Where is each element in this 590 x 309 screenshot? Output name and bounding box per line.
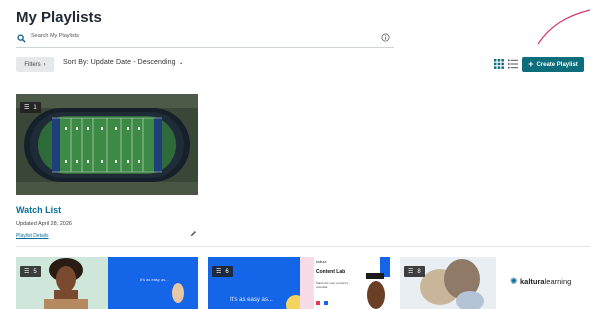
filters-button[interactable]: Filters ›	[16, 57, 54, 72]
playlist-thumbnail[interactable]: It's as easy as... ☰ 5	[16, 257, 198, 309]
brand-text: kaltura	[520, 277, 545, 286]
slide-caption: It's as easy as...	[140, 277, 169, 282]
stadium-thumbnail-image	[16, 94, 198, 195]
playlist-count: 8	[417, 268, 421, 275]
search-icon	[17, 34, 26, 43]
list-view-icon[interactable]	[508, 59, 518, 69]
decorative-arc	[537, 9, 590, 45]
playlist-thumbnail[interactable]: It's as easy as... kaltura Content Lab M…	[208, 257, 390, 309]
playlist-count: 5	[33, 268, 37, 275]
playlist-list-icon: ☰	[24, 269, 30, 275]
chevron-down-icon: ⌄	[178, 60, 184, 66]
pencil-icon[interactable]	[190, 230, 197, 237]
kaltura-logo-text: kaltura	[316, 260, 327, 264]
playlist-count-badge: ☰ 1	[20, 102, 41, 113]
playlist-list-icon: ☰	[216, 269, 222, 275]
brand-suffix: learning	[544, 277, 572, 286]
slide-caption: It's as easy as...	[230, 297, 273, 303]
content-lab-subtext: Maximize your content's potential	[316, 281, 349, 289]
playlist-count: 6	[225, 268, 229, 275]
playlist-title[interactable]: Watch List	[16, 205, 61, 215]
playlist-count-badge: ☰ 8	[404, 266, 425, 277]
sort-dropdown[interactable]: Sort By: Update Date - Descending ⌄	[63, 59, 184, 66]
playlist-count-badge: ☰ 5	[20, 266, 41, 277]
playlist-list-icon: ☰	[408, 269, 414, 275]
filters-label: Filters	[24, 61, 41, 68]
search-bar	[16, 31, 394, 48]
plus-icon: +	[528, 59, 534, 69]
playlist-thumbnail[interactable]: ✺ kalturalearning ☰ 8	[400, 257, 582, 309]
playlist-count: 1	[33, 104, 37, 111]
playlist-list-icon: ☰	[24, 105, 30, 111]
playlist-thumbnail[interactable]: ☰ 1	[16, 94, 198, 195]
playlist-details-link[interactable]: Playlist Details	[16, 233, 49, 239]
info-icon[interactable]	[381, 33, 390, 42]
playlist-count-badge: ☰ 6	[212, 266, 233, 277]
grid-view-icon[interactable]	[494, 59, 504, 69]
kaltura-learning-logo: kalturalearning	[520, 277, 571, 286]
playlist-updated-date: Updated April 28, 2026	[16, 221, 72, 227]
sparkle-logo-icon: ✺	[510, 276, 518, 286]
create-playlist-label: Create Playlist	[536, 61, 578, 68]
search-input[interactable]	[31, 33, 371, 39]
page-title: My Playlists	[16, 9, 102, 26]
chevron-right-icon: ›	[43, 61, 46, 68]
section-divider	[16, 246, 590, 247]
presenter-thumbnail-image	[16, 257, 198, 309]
sort-label: Sort By: Update Date - Descending	[63, 59, 176, 66]
create-playlist-button[interactable]: + Create Playlist	[522, 57, 584, 72]
content-lab-heading: Content Lab	[316, 269, 346, 275]
